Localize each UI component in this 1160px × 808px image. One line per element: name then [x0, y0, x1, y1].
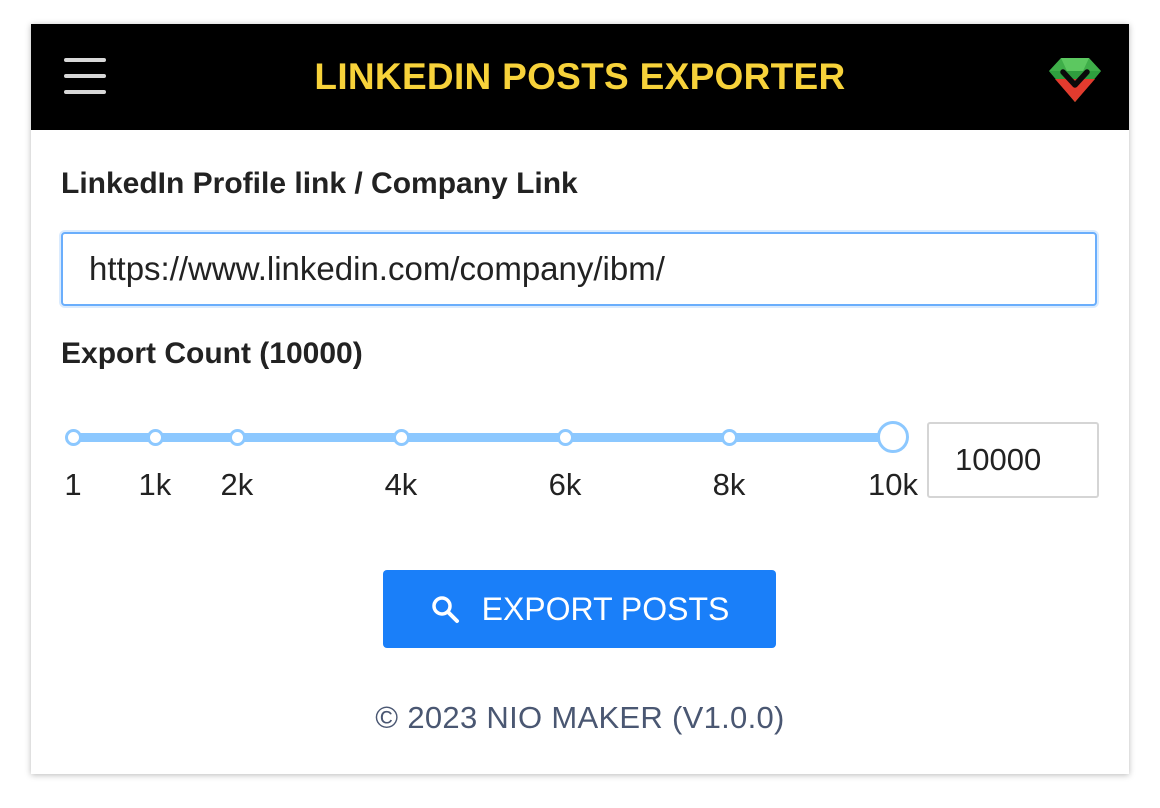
- slider-mark-label: 4k: [384, 467, 418, 502]
- gem-logo-icon: [1049, 58, 1101, 102]
- export-count-input[interactable]: [927, 422, 1099, 498]
- slider-mark-label: 6k: [548, 467, 582, 502]
- slider-mark-label: 1: [64, 467, 82, 502]
- slider-mark-dot[interactable]: [228, 429, 246, 446]
- app-title: LINKEDIN POSTS EXPORTER: [314, 56, 846, 97]
- export-posts-label: EXPORT POSTS: [481, 590, 730, 627]
- footer-copyright: © 2023 NIO MAKER (V1.0.0): [375, 700, 785, 735]
- export-count-label: Export Count (10000): [61, 337, 363, 370]
- slider-mark-label: 2k: [220, 467, 254, 502]
- profile-link-label: LinkedIn Profile link / Company Link: [61, 167, 578, 200]
- slider-mark-dot[interactable]: [556, 429, 574, 446]
- slider-mark-dot[interactable]: [146, 429, 164, 446]
- profile-link-input[interactable]: [61, 232, 1097, 306]
- slider-mark-label: 10k: [868, 467, 918, 502]
- slider-mark-dot[interactable]: [720, 429, 738, 446]
- slider-mark-dot[interactable]: [65, 429, 82, 446]
- search-icon: [431, 596, 459, 623]
- slider-track[interactable]: [73, 433, 893, 442]
- slider-handle[interactable]: [877, 421, 909, 453]
- slider-mark-label: 8k: [712, 467, 746, 502]
- slider-mark-label: 1k: [138, 467, 172, 502]
- exporter-panel: LINKEDIN POSTS EXPORTER LinkedIn Profile…: [31, 24, 1129, 774]
- slider-mark-dot[interactable]: [392, 429, 410, 446]
- export-count-slider[interactable]: [65, 421, 909, 454]
- app-header: LINKEDIN POSTS EXPORTER: [31, 24, 1129, 130]
- export-posts-button[interactable]: EXPORT POSTS: [383, 570, 776, 648]
